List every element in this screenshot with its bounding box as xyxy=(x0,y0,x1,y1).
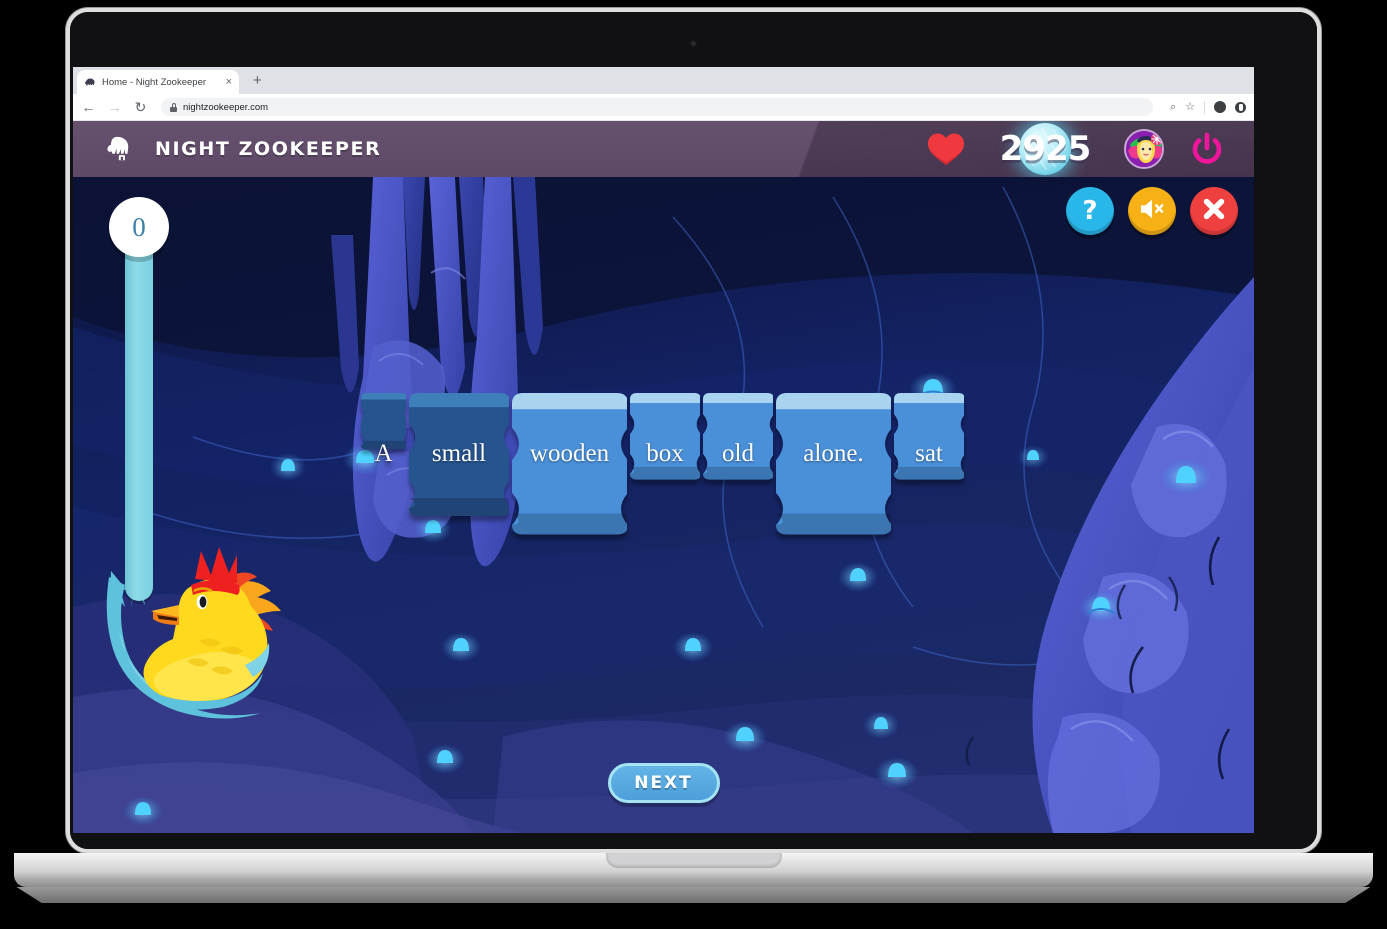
progress-slider-track[interactable] xyxy=(125,235,153,601)
browser-toolbar: ← → ↻ nightzookeeper.com ⌕ ☆ xyxy=(73,94,1254,121)
app-header: NIGHT ZOOKEEPER 2925 xyxy=(73,121,1254,177)
browser-window: Home - Night Zookeeper × + ← → ↻ nightzo… xyxy=(73,67,1254,833)
browser-tab[interactable]: Home - Night Zookeeper × xyxy=(77,70,239,94)
word-tile[interactable]: box xyxy=(629,393,701,515)
bookmark-star-icon[interactable]: ☆ xyxy=(1185,101,1195,113)
browser-tabstrip: Home - Night Zookeeper × + xyxy=(73,67,1254,94)
close-icon xyxy=(1202,197,1226,226)
reload-button[interactable]: ↻ xyxy=(133,100,148,114)
progress-value: 0 xyxy=(132,211,146,242)
laptop-mockup: Home - Night Zookeeper × + ← → ↻ nightzo… xyxy=(0,0,1387,929)
laptop-screen: Home - Night Zookeeper × + ← → ↻ nightzo… xyxy=(70,12,1317,849)
word-tile-label: sat xyxy=(915,440,943,467)
forward-button[interactable]: → xyxy=(107,100,122,114)
laptop-base-foot xyxy=(16,887,1371,903)
next-button-label: NEXT xyxy=(634,773,693,793)
browser-tab-title: Home - Night Zookeeper xyxy=(102,76,207,88)
lock-icon xyxy=(170,102,177,112)
address-bar-url: nightzookeeper.com xyxy=(183,101,269,113)
brand-logo[interactable]: NIGHT ZOOKEEPER xyxy=(105,121,381,177)
word-tile-label: small xyxy=(431,440,487,467)
heart-icon xyxy=(926,131,966,167)
avatar[interactable] xyxy=(1124,129,1164,169)
word-tile-label: alone. xyxy=(803,440,864,467)
power-icon[interactable] xyxy=(1188,130,1226,168)
mammoth-logo-icon xyxy=(105,134,143,164)
word-tile-row: Asmall wooden box old alone. sat xyxy=(73,393,1254,535)
new-tab-button[interactable]: + xyxy=(253,73,262,88)
game-controls: ? xyxy=(1066,187,1238,235)
browser-menu-icon[interactable] xyxy=(1235,101,1246,113)
word-tile[interactable]: sat xyxy=(893,393,965,515)
word-tile[interactable]: alone. xyxy=(775,393,892,535)
address-bar[interactable]: nightzookeeper.com xyxy=(161,98,1153,116)
zoom-icon[interactable]: ⌕ xyxy=(1170,101,1176,113)
toolbar-right-group: ⌕ ☆ xyxy=(1166,100,1246,114)
progress-slider-knob[interactable]: 0 xyxy=(109,197,169,257)
help-icon: ? xyxy=(1082,196,1098,226)
score-display: 2925 xyxy=(990,123,1100,175)
profile-avatar[interactable] xyxy=(1214,101,1226,113)
tab-close-icon[interactable]: × xyxy=(226,76,232,88)
word-tile-label: A xyxy=(374,440,393,467)
game-stage: ? 0 A small wooden box old alone. sat NE… xyxy=(73,177,1254,833)
word-tile[interactable]: A xyxy=(360,393,407,515)
word-tile[interactable]: small xyxy=(408,393,510,517)
progress-slider[interactable]: 0 xyxy=(109,197,169,601)
toolbar-divider xyxy=(1204,100,1205,114)
word-tile-label: box xyxy=(646,440,684,467)
word-tile[interactable]: wooden xyxy=(511,393,628,535)
header-status-group: 2925 xyxy=(926,121,1226,177)
mammoth-favicon-icon xyxy=(84,76,96,88)
laptop-lid: Home - Night Zookeeper × + ← → ↻ nightzo… xyxy=(66,8,1321,853)
sound-toggle-button[interactable] xyxy=(1128,187,1176,235)
webcam-icon xyxy=(690,40,697,47)
app-viewport: NIGHT ZOOKEEPER 2925 ? 0 A small wooden … xyxy=(73,121,1254,833)
next-button[interactable]: NEXT xyxy=(607,763,720,803)
laptop-base xyxy=(14,853,1373,887)
sound-off-icon xyxy=(1138,197,1166,226)
word-tile-label: wooden xyxy=(529,440,610,467)
word-tile[interactable]: old xyxy=(702,393,774,515)
score-value: 2925 xyxy=(999,129,1092,169)
word-tile-label: old xyxy=(722,440,754,467)
back-button[interactable]: ← xyxy=(81,100,96,114)
close-button[interactable] xyxy=(1190,187,1238,235)
help-button[interactable]: ? xyxy=(1066,187,1114,235)
brand-name: NIGHT ZOOKEEPER xyxy=(155,138,382,160)
